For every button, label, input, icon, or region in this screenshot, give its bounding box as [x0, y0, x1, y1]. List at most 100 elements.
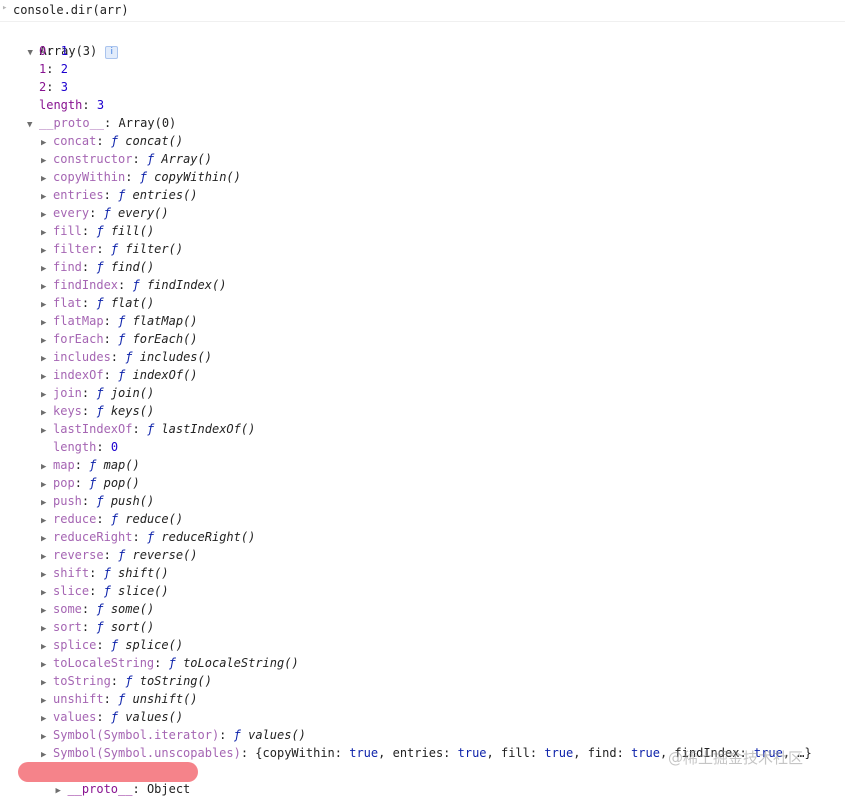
index-row[interactable]: 2: 3 — [39, 78, 68, 96]
expand-arrow-down-icon[interactable]: ▼ — [27, 116, 39, 134]
function-symbol: ƒ — [110, 512, 119, 526]
proto-object-row[interactable]: ▶ __proto__: Object — [41, 762, 190, 796]
method-row[interactable]: ▶ filter: ƒ filter() — [41, 240, 183, 258]
method-key: lastIndexOf — [53, 422, 133, 436]
method-signature: push() — [110, 494, 155, 508]
proto-length-row[interactable]: length: 0 — [53, 438, 118, 456]
colon: : — [96, 512, 111, 526]
method-key: flat — [53, 296, 82, 310]
method-key: filter — [53, 242, 97, 256]
length-row[interactable]: length: 3 — [39, 96, 104, 114]
proto-object-value: Object — [146, 782, 191, 796]
comma: , — [486, 746, 501, 760]
method-row[interactable]: ▶ flat: ƒ flat() — [41, 294, 154, 312]
proto-row[interactable]: ▼ __proto__: Array(0) — [27, 114, 176, 132]
method-row[interactable]: ▶ reduceRight: ƒ reduceRight() — [41, 528, 255, 546]
method-row[interactable]: ▶ push: ƒ push() — [41, 492, 154, 510]
method-signature: filter() — [125, 242, 184, 256]
index-value: 2 — [60, 62, 68, 76]
method-row[interactable]: ▶ unshift: ƒ unshift() — [41, 690, 198, 708]
method-row[interactable]: ▶ splice: ƒ splice() — [41, 636, 183, 654]
method-row[interactable]: ▶ forEach: ƒ forEach() — [41, 330, 198, 348]
colon: : — [103, 548, 119, 562]
method-row[interactable]: ▶ flatMap: ƒ flatMap() — [41, 312, 198, 330]
method-key: toLocaleString — [53, 656, 155, 670]
unscopables-pair-value: true — [544, 746, 574, 760]
method-signature: fill() — [110, 224, 155, 238]
info-icon[interactable]: i — [105, 46, 119, 59]
method-row[interactable]: ▶ values: ƒ values() — [41, 708, 183, 726]
method-key: concat — [53, 134, 97, 148]
colon: : — [110, 350, 126, 364]
method-row[interactable]: ▶ lastIndexOf: ƒ lastIndexOf() — [41, 420, 255, 438]
colon: : — [81, 224, 97, 238]
method-row[interactable]: ▶ pop: ƒ pop() — [41, 474, 140, 492]
function-symbol: ƒ — [103, 206, 111, 220]
method-signature: some() — [110, 602, 155, 616]
comma: , — [378, 746, 393, 760]
function-symbol: ƒ — [110, 242, 119, 256]
method-signature: flatMap() — [132, 314, 198, 328]
method-row[interactable]: ▶ Symbol(Symbol.iterator): ƒ values() — [41, 726, 306, 744]
method-row[interactable]: ▶ shift: ƒ shift() — [41, 564, 169, 582]
method-row[interactable]: ▶ toLocaleString: ƒ toLocaleString() — [41, 654, 299, 672]
index-row[interactable]: 0: 1 — [39, 42, 68, 60]
colon: : — [81, 296, 97, 310]
expand-arrow-down-icon[interactable]: ▼ — [27, 44, 39, 62]
method-row[interactable]: ▶ entries: ƒ entries() — [41, 186, 198, 204]
method-row[interactable]: ▶ keys: ƒ keys() — [41, 402, 154, 420]
method-key: splice — [53, 638, 97, 652]
method-row[interactable]: ▶ findIndex: ƒ findIndex() — [41, 276, 226, 294]
method-key: constructor — [53, 152, 133, 166]
method-row[interactable]: ▶ indexOf: ƒ indexOf() — [41, 366, 198, 384]
method-row[interactable]: ▶ fill: ƒ fill() — [41, 222, 154, 240]
method-row[interactable]: ▶ some: ƒ some() — [41, 600, 154, 618]
array-root-row[interactable]: ▼ Array(3) i — [13, 24, 119, 59]
method-row[interactable]: ▶ reverse: ƒ reverse() — [41, 546, 198, 564]
method-key: entries — [53, 188, 104, 202]
unscopables-pair-value: true — [457, 746, 487, 760]
unscopables-pair-key: entries — [392, 746, 444, 760]
method-signature: entries() — [132, 188, 198, 202]
method-row[interactable]: ▶ toString: ƒ toString() — [41, 672, 212, 690]
method-row[interactable]: ▶ join: ƒ join() — [41, 384, 154, 402]
method-row[interactable]: ▶ concat: ƒ concat() — [41, 132, 183, 150]
colon: : — [616, 746, 632, 760]
method-signature: pop() — [103, 476, 140, 490]
method-key: join — [53, 386, 82, 400]
method-row[interactable]: ▶ reduce: ƒ reduce() — [41, 510, 183, 528]
expand-arrow-right-icon[interactable]: ▶ — [41, 422, 53, 440]
method-row[interactable]: ▶ sort: ƒ sort() — [41, 618, 154, 636]
method-row[interactable]: ▶ constructor: ƒ Array() — [41, 150, 212, 168]
colon: : — [103, 188, 119, 202]
colon: : — [46, 80, 61, 94]
expand-arrow-right-icon[interactable]: ▶ — [55, 782, 67, 800]
method-signature: toLocaleString() — [183, 656, 299, 670]
method-row[interactable]: ▶ includes: ƒ includes() — [41, 348, 212, 366]
method-signature: splice() — [125, 638, 184, 652]
method-row[interactable]: ▶ copyWithin: ƒ copyWithin() — [41, 168, 241, 186]
proto-object-key: __proto__ — [67, 782, 133, 796]
function-symbol: ƒ — [110, 134, 119, 148]
method-key: reduceRight — [53, 530, 133, 544]
method-row[interactable]: ▶ find: ƒ find() — [41, 258, 154, 276]
method-row[interactable]: ▶ map: ƒ map() — [41, 456, 140, 474]
method-key: toString — [53, 674, 111, 688]
index-row[interactable]: 1: 2 — [39, 60, 68, 78]
colon: : — [132, 530, 147, 544]
method-row[interactable]: ▶ every: ƒ every() — [41, 204, 169, 222]
unscopables-pair-key: fill — [500, 746, 530, 760]
colon: : — [89, 566, 104, 580]
colon: : — [96, 242, 111, 256]
method-signature: slice() — [118, 584, 169, 598]
method-row[interactable]: ▶ slice: ƒ slice() — [41, 582, 169, 600]
colon: : — [46, 62, 61, 76]
function-symbol: ƒ — [103, 584, 111, 598]
